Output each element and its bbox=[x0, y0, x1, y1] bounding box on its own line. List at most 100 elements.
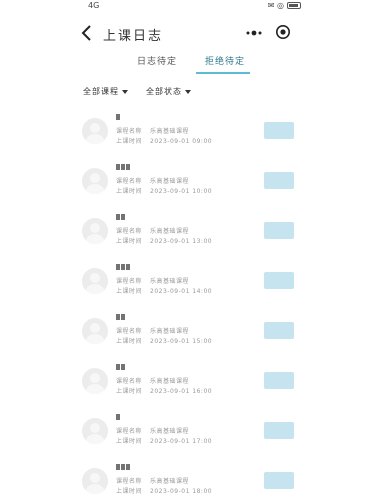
course-label: 课程名称 bbox=[116, 428, 143, 435]
tab-active-indicator bbox=[196, 72, 250, 74]
course-label: 课程名称 bbox=[116, 178, 143, 185]
course-label: 课程名称 bbox=[116, 228, 143, 235]
student-name bbox=[116, 264, 131, 272]
status-signal: 4G bbox=[88, 1, 100, 10]
time-value: 2023-09-01 16:00 bbox=[150, 388, 213, 395]
list-item[interactable]: 课程名称 乐高基础课程 上课时间 2023-09-01 17:00 bbox=[0, 412, 375, 462]
time-label: 上课时间 bbox=[116, 338, 143, 345]
time-line: 上课时间 2023-09-01 14:00 bbox=[116, 286, 212, 295]
tab-reject-pending[interactable]: 拒绝待定 bbox=[205, 54, 245, 67]
time-value: 2023-09-01 10:00 bbox=[150, 188, 213, 195]
status-filter[interactable]: 全部状态 bbox=[146, 86, 191, 97]
list-item[interactable]: 课程名称 乐高基础课程 上课时间 2023-09-01 16:00 bbox=[0, 362, 375, 412]
time-line: 上课时间 2023-09-01 09:00 bbox=[116, 136, 212, 145]
time-label: 上课时间 bbox=[116, 238, 143, 245]
action-button[interactable] bbox=[264, 472, 294, 489]
status-bar: 4G ✉ ◎ bbox=[0, 0, 375, 14]
time-value: 2023-09-01 18:00 bbox=[150, 488, 213, 495]
time-label: 上课时间 bbox=[116, 388, 143, 395]
course-line: 课程名称 乐高基础课程 bbox=[116, 426, 189, 435]
student-name bbox=[116, 214, 126, 222]
time-line: 上课时间 2023-09-01 10:00 bbox=[116, 186, 212, 195]
course-line: 课程名称 乐高基础课程 bbox=[116, 176, 189, 185]
student-name bbox=[116, 164, 131, 172]
caret-down-icon bbox=[185, 89, 191, 94]
status-icons: ✉ ◎ bbox=[267, 1, 284, 10]
time-value: 2023-09-01 17:00 bbox=[150, 438, 213, 445]
student-name bbox=[116, 364, 126, 372]
caret-down-icon bbox=[122, 89, 128, 94]
course-value: 乐高基础课程 bbox=[150, 128, 190, 135]
course-value: 乐高基础课程 bbox=[150, 478, 190, 485]
time-label: 上课时间 bbox=[116, 188, 143, 195]
avatar bbox=[82, 318, 108, 344]
action-button[interactable] bbox=[264, 422, 294, 439]
time-line: 上课时间 2023-09-01 17:00 bbox=[116, 436, 212, 445]
list-item[interactable]: 课程名称 乐高基础课程 上课时间 2023-09-01 18:00 bbox=[0, 462, 375, 500]
tab-bar: 日志待定 拒绝待定 bbox=[0, 48, 375, 76]
course-filter[interactable]: 全部课程 bbox=[83, 86, 128, 97]
time-line: 上课时间 2023-09-01 18:00 bbox=[116, 486, 212, 495]
course-label: 课程名称 bbox=[116, 278, 143, 285]
course-label: 课程名称 bbox=[116, 478, 143, 485]
time-label: 上课时间 bbox=[116, 438, 143, 445]
battery-icon bbox=[287, 2, 301, 9]
list-item[interactable]: 课程名称 乐高基础课程 上课时间 2023-09-01 10:00 bbox=[0, 162, 375, 212]
course-value: 乐高基础课程 bbox=[150, 178, 190, 185]
more-dots-icon[interactable] bbox=[244, 25, 264, 41]
chevron-left-icon[interactable] bbox=[80, 24, 94, 42]
time-line: 上课时间 2023-09-01 15:00 bbox=[116, 336, 212, 345]
status-right: ✉ ◎ bbox=[268, 1, 301, 10]
course-line: 课程名称 乐高基础课程 bbox=[116, 376, 189, 385]
course-value: 乐高基础课程 bbox=[150, 278, 190, 285]
avatar bbox=[82, 368, 108, 394]
list-item[interactable]: 课程名称 乐高基础课程 上课时间 2023-09-01 14:00 bbox=[0, 262, 375, 312]
course-line: 课程名称 乐高基础课程 bbox=[116, 476, 189, 485]
time-value: 2023-09-01 14:00 bbox=[150, 288, 213, 295]
course-value: 乐高基础课程 bbox=[150, 228, 190, 235]
student-name bbox=[116, 464, 131, 472]
course-label: 课程名称 bbox=[116, 378, 143, 385]
student-name bbox=[116, 414, 121, 422]
avatar bbox=[82, 218, 108, 244]
nav-bar: 上课日志 bbox=[0, 16, 375, 50]
time-value: 2023-09-01 09:00 bbox=[150, 138, 213, 145]
course-label: 课程名称 bbox=[116, 328, 143, 335]
status-filter-label: 全部状态 bbox=[146, 87, 182, 96]
action-button[interactable] bbox=[264, 122, 294, 139]
page-title: 上课日志 bbox=[103, 29, 164, 44]
student-name bbox=[116, 114, 121, 122]
tab-log-pending[interactable]: 日志待定 bbox=[137, 54, 177, 67]
course-value: 乐高基础课程 bbox=[150, 328, 190, 335]
course-value: 乐高基础课程 bbox=[150, 378, 190, 385]
action-button[interactable] bbox=[264, 172, 294, 189]
action-button[interactable] bbox=[264, 222, 294, 239]
list-item[interactable]: 课程名称 乐高基础课程 上课时间 2023-09-01 15:00 bbox=[0, 312, 375, 362]
course-line: 课程名称 乐高基础课程 bbox=[116, 126, 189, 135]
time-line: 上课时间 2023-09-01 13:00 bbox=[116, 236, 212, 245]
action-button[interactable] bbox=[264, 372, 294, 389]
avatar bbox=[82, 118, 108, 144]
course-line: 课程名称 乐高基础课程 bbox=[116, 326, 189, 335]
time-value: 2023-09-01 15:00 bbox=[150, 338, 213, 345]
avatar bbox=[82, 268, 108, 294]
student-name bbox=[116, 314, 126, 322]
avatar bbox=[82, 168, 108, 194]
course-value: 乐高基础课程 bbox=[150, 428, 190, 435]
action-button[interactable] bbox=[264, 322, 294, 339]
avatar bbox=[82, 418, 108, 444]
avatar bbox=[82, 468, 108, 494]
course-filter-label: 全部课程 bbox=[83, 87, 119, 96]
list-item[interactable]: 课程名称 乐高基础课程 上课时间 2023-09-01 09:00 bbox=[0, 112, 375, 162]
time-line: 上课时间 2023-09-01 16:00 bbox=[116, 386, 212, 395]
target-icon[interactable] bbox=[275, 24, 291, 40]
time-value: 2023-09-01 13:00 bbox=[150, 238, 213, 245]
course-label: 课程名称 bbox=[116, 128, 143, 135]
course-line: 课程名称 乐高基础课程 bbox=[116, 226, 189, 235]
filter-bar: 全部课程 全部状态 bbox=[0, 84, 375, 100]
time-label: 上课时间 bbox=[116, 288, 143, 295]
action-button[interactable] bbox=[264, 272, 294, 289]
course-line: 课程名称 乐高基础课程 bbox=[116, 276, 189, 285]
list-item[interactable]: 课程名称 乐高基础课程 上课时间 2023-09-01 13:00 bbox=[0, 212, 375, 262]
time-label: 上课时间 bbox=[116, 488, 143, 495]
